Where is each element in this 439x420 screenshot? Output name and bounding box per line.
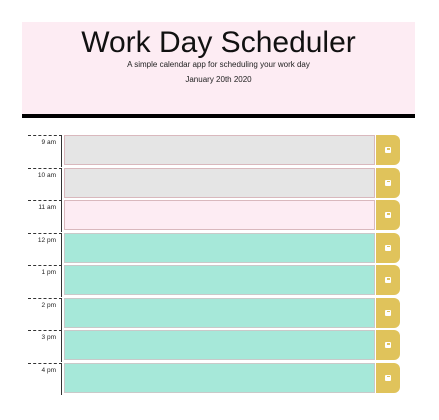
save-button[interactable] (376, 265, 400, 295)
time-block-12pm: 12 pm (28, 232, 400, 266)
time-block-10am: 10 am (28, 167, 400, 201)
hour-label: 12 pm (28, 232, 62, 265)
floppy-disk-icon (385, 244, 391, 251)
floppy-disk-icon (385, 147, 391, 153)
event-input[interactable] (64, 167, 375, 198)
event-input[interactable] (64, 200, 375, 230)
current-date: January 20th 2020 (185, 75, 252, 84)
header: Work Day Scheduler A simple calendar app… (22, 22, 415, 114)
time-block-9am: 9 am (28, 135, 400, 168)
event-input[interactable] (64, 135, 375, 165)
hour-label: 4 pm (28, 362, 62, 395)
floppy-disk-icon (385, 374, 391, 381)
hour-label: 9 am (28, 135, 62, 167)
save-button[interactable] (376, 362, 400, 393)
time-block-list: 9 am 10 am 11 am 12 pm 1 pm 2 pm 3 pm 4 … (28, 135, 400, 395)
time-block-2pm: 2 pm (28, 297, 400, 331)
header-divider (22, 114, 415, 118)
save-button[interactable] (376, 167, 400, 198)
floppy-disk-icon (385, 342, 391, 348)
save-button[interactable] (376, 135, 400, 165)
save-button[interactable] (376, 297, 400, 328)
event-input[interactable] (64, 297, 375, 328)
save-button[interactable] (376, 330, 400, 360)
save-button[interactable] (376, 232, 400, 263)
page-title: Work Day Scheduler (81, 26, 356, 59)
page-subtitle: A simple calendar app for scheduling you… (127, 60, 310, 69)
floppy-disk-icon (385, 212, 391, 218)
hour-label: 10 am (28, 167, 62, 200)
hour-label: 11 am (28, 200, 62, 232)
time-block-1pm: 1 pm (28, 265, 400, 298)
hour-label: 1 pm (28, 265, 62, 297)
time-block-11am: 11 am (28, 200, 400, 233)
floppy-disk-icon (385, 309, 391, 316)
event-input[interactable] (64, 232, 375, 263)
floppy-disk-icon (385, 179, 391, 186)
event-input[interactable] (64, 265, 375, 295)
hour-label: 2 pm (28, 297, 62, 330)
time-block-4pm: 4 pm (28, 362, 400, 396)
event-input[interactable] (64, 330, 375, 360)
time-block-3pm: 3 pm (28, 330, 400, 363)
floppy-disk-icon (385, 277, 391, 283)
save-button[interactable] (376, 200, 400, 230)
event-input[interactable] (64, 362, 375, 393)
hour-label: 3 pm (28, 330, 62, 362)
